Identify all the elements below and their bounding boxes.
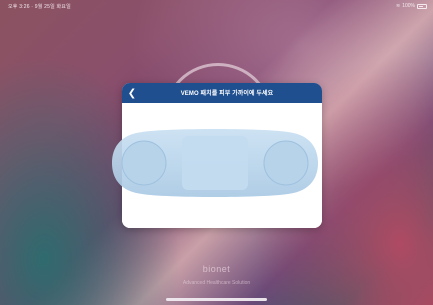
status-time-date: 오후 3:26 · 9월 25일 화요일 [8,4,71,10]
home-indicator[interactable] [166,298,267,301]
battery-icon [417,3,427,9]
battery-percent: 100% [402,3,415,9]
modal-header: ❮ VEMO 패치를 피부 가까이에 두세요 [122,83,322,103]
chevron-left-icon: ❮ [127,87,137,99]
brand-logo: bionet [202,264,231,274]
modal-title: VEMO 패치를 피부 가까이에 두세요 [180,91,274,97]
back-button[interactable]: ❮ [126,86,138,100]
status-indicators: ≋ 100% [396,3,427,9]
brand-tagline: Advanced Healthcare Solution [182,280,251,286]
app-screen: 오후 3:26 · 9월 25일 화요일 ≋ 100% bionet Advan… [0,0,433,305]
status-bar: 오후 3:26 · 9월 25일 화요일 ≋ 100% [0,0,433,12]
wifi-icon: ≋ [396,3,401,9]
vemo-patch-image [112,129,318,197]
